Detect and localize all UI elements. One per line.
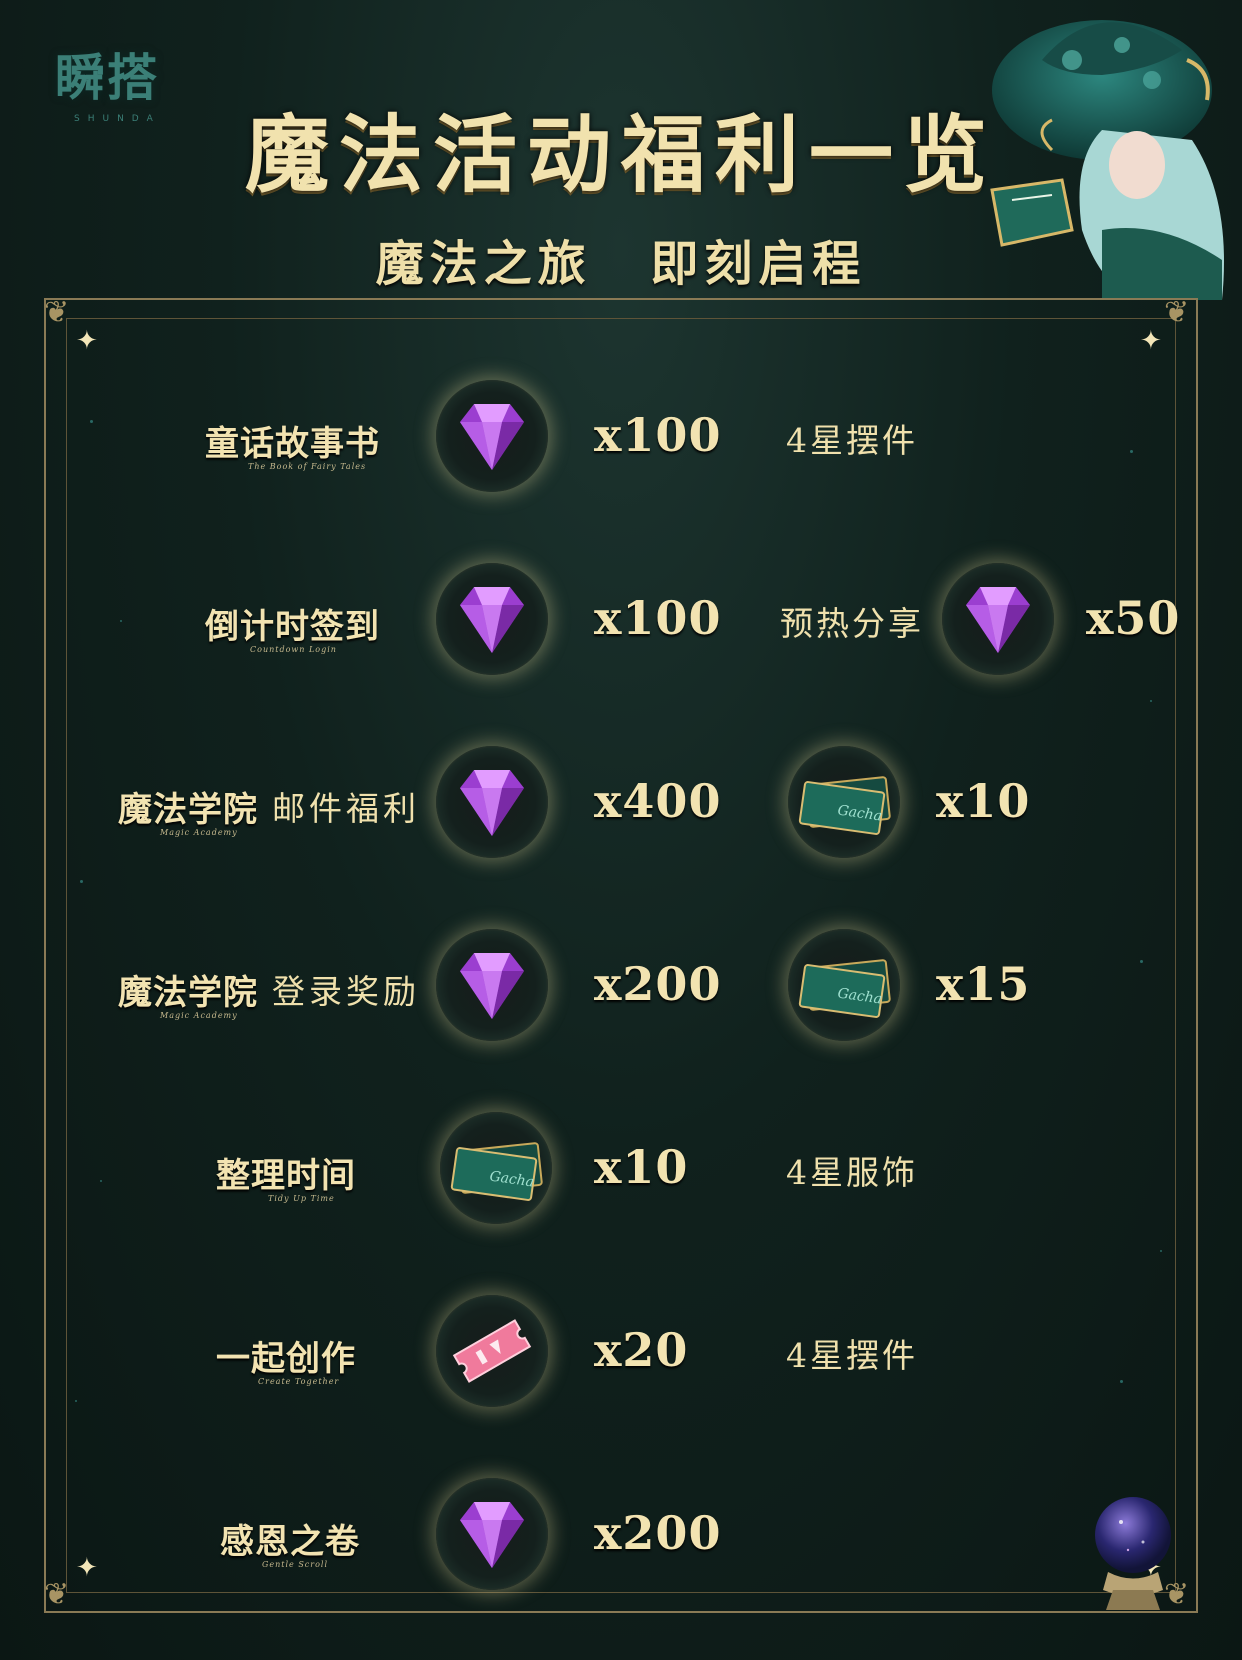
poster: 瞬搭 SHUNDA 魔法活动福利一览 魔法之旅 即刻启程 ✦ ✦ ✦ ✦ ❦ ❦… bbox=[0, 0, 1242, 1660]
purple-gem-icon bbox=[460, 404, 524, 470]
reward-icon-circle: Gacha bbox=[788, 746, 900, 858]
row-label: 感恩之卷 bbox=[220, 1508, 360, 1568]
purple-gem-icon bbox=[460, 587, 524, 653]
pink-ticket-icon bbox=[452, 1319, 532, 1383]
row-title: 倒计时签到 bbox=[205, 606, 380, 647]
row-title: 一起创作 bbox=[216, 1338, 356, 1379]
purple-gem-icon bbox=[460, 953, 524, 1019]
corner-swirl-icon: ❦ bbox=[44, 295, 70, 330]
row-tagline: Gentle Scroll bbox=[262, 1560, 329, 1569]
reward-quantity: x20 bbox=[594, 1323, 689, 1377]
reward-quantity: x100 bbox=[594, 408, 722, 462]
reward-row: 感恩之卷 Gentle Scroll x200 bbox=[0, 1458, 1242, 1608]
row-tagline: Magic Academy bbox=[160, 1011, 238, 1020]
reward-icon-circle: Gacha bbox=[788, 929, 900, 1041]
row-tagline: Tidy Up Time bbox=[268, 1194, 335, 1203]
row-label: 一起创作 bbox=[216, 1325, 356, 1385]
reward-row: 一起创作 Create Together x20 4星摆件 bbox=[0, 1275, 1242, 1425]
gacha-ticket-icon: Gacha bbox=[798, 959, 891, 1018]
row-label: 魔法学院 邮件福利 bbox=[118, 776, 420, 836]
reward-icon-circle bbox=[436, 746, 548, 858]
reward-icon-circle: Gacha bbox=[440, 1112, 552, 1224]
sparkle-icon: ✦ bbox=[76, 326, 98, 356]
reward-icon-circle bbox=[942, 563, 1054, 675]
reward-quantity: x400 bbox=[594, 774, 722, 828]
sparkle-icon: ✦ bbox=[1140, 326, 1162, 356]
corner-swirl-icon: ❦ bbox=[1164, 295, 1190, 330]
row-label: 倒计时签到 bbox=[205, 593, 380, 653]
gacha-ticket-icon: Gacha bbox=[450, 1142, 543, 1201]
purple-gem-icon bbox=[460, 770, 524, 836]
reward-row: 整理时间 Tidy Up Time Gacha x10 4星服饰 bbox=[0, 1092, 1242, 1242]
bonus-text: 预热分享 bbox=[780, 604, 924, 643]
reward-quantity: x10 bbox=[594, 1140, 689, 1194]
row-label: 整理时间 bbox=[216, 1142, 356, 1202]
reward-quantity: x50 bbox=[1086, 591, 1181, 645]
row-title-suffix: 邮件福利 bbox=[272, 789, 420, 828]
row-tagline: Create Together bbox=[258, 1377, 340, 1386]
subtitle-part-1: 魔法之旅 bbox=[375, 236, 592, 292]
row-tagline: Countdown Login bbox=[250, 645, 337, 654]
bonus-text: 4星服饰 bbox=[786, 1153, 918, 1192]
reward-quantity: x200 bbox=[594, 1506, 722, 1560]
reward-icon-circle bbox=[436, 563, 548, 675]
gacha-ticket-icon: Gacha bbox=[798, 776, 891, 835]
bonus-text: 4星摆件 bbox=[786, 421, 918, 460]
reward-quantity: x10 bbox=[936, 774, 1031, 828]
row-title-suffix: 登录奖励 bbox=[272, 972, 420, 1011]
witch-character-illustration bbox=[990, 20, 1224, 300]
reward-icon-circle bbox=[436, 929, 548, 1041]
reward-row: 魔法学院 邮件福利 Magic Academy x400 Gacha x10 bbox=[0, 726, 1242, 876]
row-label: 童话故事书 bbox=[205, 410, 380, 470]
row-label: 魔法学院 登录奖励 bbox=[118, 959, 420, 1019]
row-title: 感恩之卷 bbox=[220, 1521, 360, 1562]
reward-row: 倒计时签到 Countdown Login x100 预热分享 x50 bbox=[0, 543, 1242, 693]
row-tagline: Magic Academy bbox=[160, 828, 238, 837]
reward-row: 童话故事书 The Book of Fairy Tales x100 4星摆件 bbox=[0, 360, 1242, 510]
row-title: 魔法学院 bbox=[118, 972, 258, 1013]
purple-gem-icon bbox=[460, 1502, 524, 1568]
reward-quantity: x100 bbox=[594, 591, 722, 645]
purple-gem-icon bbox=[966, 587, 1030, 653]
reward-icon-circle bbox=[436, 1295, 548, 1407]
row-title: 童话故事书 bbox=[205, 423, 380, 464]
reward-icon-circle bbox=[436, 1478, 548, 1590]
reward-icon-circle bbox=[436, 380, 548, 492]
row-tagline: The Book of Fairy Tales bbox=[248, 462, 367, 471]
row-title: 魔法学院 bbox=[118, 789, 258, 830]
subtitle-part-2: 即刻启程 bbox=[650, 236, 867, 292]
row-title: 整理时间 bbox=[216, 1155, 356, 1196]
bonus-text: 4星摆件 bbox=[786, 1336, 918, 1375]
reward-quantity: x200 bbox=[594, 957, 722, 1011]
reward-row: 魔法学院 登录奖励 Magic Academy x200 Gacha x15 bbox=[0, 909, 1242, 1059]
reward-quantity: x15 bbox=[936, 957, 1031, 1011]
